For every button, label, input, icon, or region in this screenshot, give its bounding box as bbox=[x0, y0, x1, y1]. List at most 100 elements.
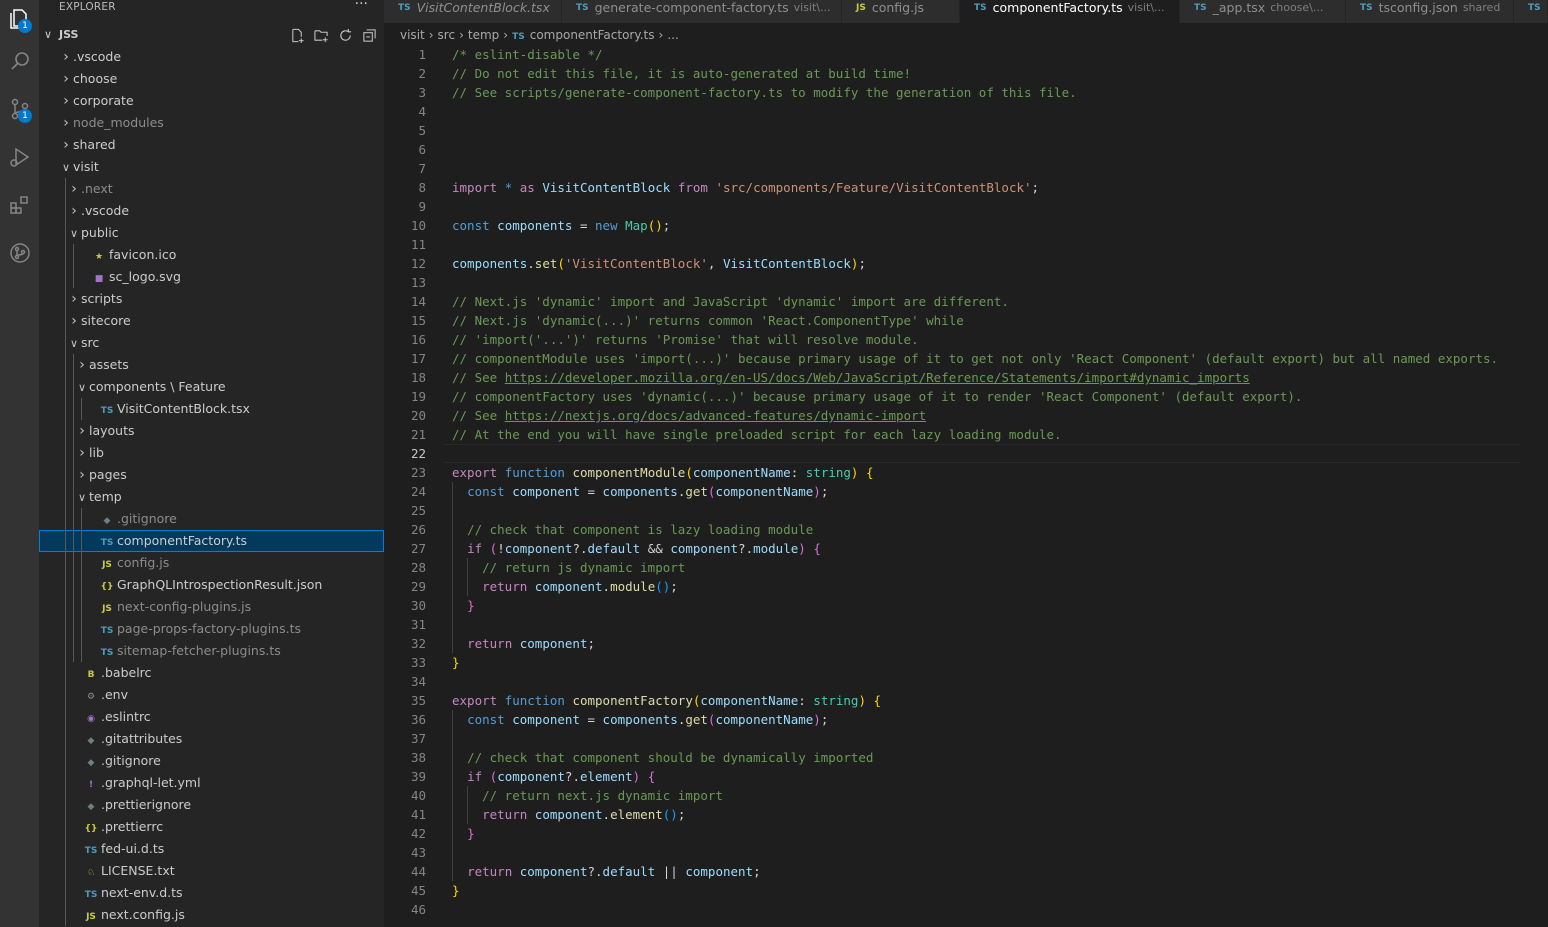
code-line[interactable]: 38 // check that component should be dyn… bbox=[384, 748, 1548, 767]
tree-file[interactable]: JS next.config.js bbox=[39, 904, 384, 926]
tree-file[interactable]: TS next-env.d.ts bbox=[39, 882, 384, 904]
extensions-icon[interactable] bbox=[3, 188, 36, 221]
code-line[interactable]: 7 bbox=[384, 159, 1548, 178]
code-line[interactable]: 13 bbox=[384, 273, 1548, 292]
tree-folder[interactable]: › .next bbox=[39, 178, 384, 200]
code-line[interactable]: 12 components.set('VisitContentBlock', Vi… bbox=[384, 254, 1548, 273]
code-line[interactable]: 18 // See https://developer.mozilla.org/e… bbox=[384, 368, 1548, 387]
editor-tab[interactable]: TS bbox=[1514, 0, 1548, 23]
tree-file[interactable]: ♘ LICENSE.txt bbox=[39, 860, 384, 882]
code-line[interactable]: 21 // At the end you will have single pre… bbox=[384, 425, 1548, 444]
code-line[interactable]: 16 // 'import('...')' returns 'Promise' t… bbox=[384, 330, 1548, 349]
code-line[interactable]: 3 // See scripts/generate-component-facto… bbox=[384, 83, 1548, 102]
code-line[interactable]: 45} bbox=[384, 881, 1548, 900]
tree-file[interactable]: TS page-props-factory-plugins.ts bbox=[39, 618, 384, 640]
editor-tab[interactable]: TS componentFactory.ts visit\... bbox=[960, 0, 1180, 23]
code-line[interactable]: 31 bbox=[384, 615, 1548, 634]
code-line[interactable]: 22 bbox=[384, 444, 1548, 463]
tree-file[interactable]: TS fed-ui.d.ts bbox=[39, 838, 384, 860]
code-editor[interactable]: 1 /* eslint-disable */ 2 // Do not edit thi… bbox=[384, 45, 1548, 927]
breadcrumb-item-src[interactable]: src bbox=[438, 28, 456, 42]
tree-file[interactable]: TS componentFactory.ts bbox=[39, 530, 384, 552]
code-line[interactable]: 32 return component; bbox=[384, 634, 1548, 653]
code-line[interactable]: 46 bbox=[384, 900, 1548, 919]
code-line[interactable]: 14 // Next.js 'dynamic' import and JavaSc… bbox=[384, 292, 1548, 311]
tree-file[interactable]: ⚙ .env bbox=[39, 684, 384, 706]
new-folder-icon[interactable] bbox=[312, 26, 330, 44]
tree-folder[interactable]: › pages bbox=[39, 464, 384, 486]
tree-folder[interactable]: › choose bbox=[39, 68, 384, 90]
tree-file[interactable]: JS next-config-plugins.js bbox=[39, 596, 384, 618]
refresh-icon[interactable] bbox=[336, 26, 354, 44]
breadcrumb-item-temp[interactable]: temp bbox=[468, 28, 499, 42]
code-line[interactable]: 6 bbox=[384, 140, 1548, 159]
tree-file[interactable]: JS config.js bbox=[39, 552, 384, 574]
tree-file[interactable]: ◉ .eslintrc bbox=[39, 706, 384, 728]
code-line[interactable]: 28 // return js dynamic import bbox=[384, 558, 1548, 577]
tree-folder[interactable]: › scripts bbox=[39, 288, 384, 310]
tree-folder[interactable]: › shared bbox=[39, 134, 384, 156]
code-line[interactable]: 23 export function componentModule(compon… bbox=[384, 463, 1548, 482]
code-line[interactable]: 5 bbox=[384, 121, 1548, 140]
run-debug-icon[interactable] bbox=[3, 140, 36, 173]
code-lines[interactable]: 1 /* eslint-disable */ 2 // Do not edit thi… bbox=[384, 45, 1548, 919]
tree-folder[interactable]: ∨ components \ Feature bbox=[39, 376, 384, 398]
tree-folder[interactable]: ∨ temp bbox=[39, 486, 384, 508]
new-file-icon[interactable] bbox=[288, 26, 306, 44]
code-line[interactable]: 20 // See https://nextjs.org/docs/advance… bbox=[384, 406, 1548, 425]
code-line[interactable]: 40 // return next.js dynamic import bbox=[384, 786, 1548, 805]
code-line[interactable]: 25 bbox=[384, 501, 1548, 520]
code-line[interactable]: 29 return component.module(); bbox=[384, 577, 1548, 596]
tree-folder[interactable]: ∨ src bbox=[39, 332, 384, 354]
code-line[interactable]: 39 if (component?.element) { bbox=[384, 767, 1548, 786]
breadcrumb-more[interactable]: ... bbox=[667, 28, 678, 42]
code-line[interactable]: 35 export function componentFactory(compo… bbox=[384, 691, 1548, 710]
tree-folder[interactable]: › lib bbox=[39, 442, 384, 464]
editor-tab[interactable]: TS VisitContentBlock.tsx bbox=[384, 0, 562, 23]
code-line[interactable]: 17 // componentModule uses 'import(...)' … bbox=[384, 349, 1548, 368]
code-line[interactable]: 41 return component.element(); bbox=[384, 805, 1548, 824]
tree-folder[interactable]: › .vscode bbox=[39, 200, 384, 222]
code-line[interactable]: 33} bbox=[384, 653, 1548, 672]
source-control-icon[interactable]: 1 bbox=[3, 92, 36, 125]
code-line[interactable]: 19 // componentFactory uses 'dynamic(...)… bbox=[384, 387, 1548, 406]
more-actions-icon[interactable]: ··· bbox=[355, 0, 368, 12]
tree-folder[interactable]: › assets bbox=[39, 354, 384, 376]
code-line[interactable]: 2 // Do not edit this file, it is auto-ge… bbox=[384, 64, 1548, 83]
tree-file[interactable]: TS VisitContentBlock.tsx bbox=[39, 398, 384, 420]
tree-folder[interactable]: ∨ public bbox=[39, 222, 384, 244]
tree-folder[interactable]: › layouts bbox=[39, 420, 384, 442]
tree-file[interactable]: ■ sc_logo.svg bbox=[39, 266, 384, 288]
git-graph-icon[interactable] bbox=[3, 236, 36, 269]
explorer-icon[interactable]: 1 bbox=[3, 2, 36, 35]
code-line[interactable]: 15 // Next.js 'dynamic(...)' returns comm… bbox=[384, 311, 1548, 330]
code-line[interactable]: 10 const components = new Map(); bbox=[384, 216, 1548, 235]
breadcrumb-item-visit[interactable]: visit bbox=[400, 28, 425, 42]
tree-file[interactable]: ◆ .gitignore bbox=[39, 750, 384, 772]
tree-folder[interactable]: ∨ visit bbox=[39, 156, 384, 178]
tree-file[interactable]: ★ favicon.ico bbox=[39, 244, 384, 266]
code-line[interactable]: 44 return component?.default || componen… bbox=[384, 862, 1548, 881]
code-line[interactable]: 4 bbox=[384, 102, 1548, 121]
code-line[interactable]: 27 if (!component?.default && component?… bbox=[384, 539, 1548, 558]
tree-file[interactable]: ◆ .gitattributes bbox=[39, 728, 384, 750]
editor-tab[interactable]: TS tsconfig.json shared bbox=[1346, 0, 1514, 23]
code-line[interactable]: 42 } bbox=[384, 824, 1548, 843]
tree-file[interactable]: B .babelrc bbox=[39, 662, 384, 684]
tree-file[interactable]: ◆ .prettierignore bbox=[39, 794, 384, 816]
tree-file[interactable]: ◆ .gitignore bbox=[39, 508, 384, 530]
editor-tab[interactable]: TS _app.tsx choose\... bbox=[1180, 0, 1346, 23]
code-line[interactable]: 30 } bbox=[384, 596, 1548, 615]
code-line[interactable]: 24 const component = components.get(comp… bbox=[384, 482, 1548, 501]
tree-folder[interactable]: › corporate bbox=[39, 90, 384, 112]
code-line[interactable]: 1 /* eslint-disable */ bbox=[384, 45, 1548, 64]
workspace-root[interactable]: ∨ JSS bbox=[39, 25, 384, 45]
code-line[interactable]: 34 bbox=[384, 672, 1548, 691]
tree-file[interactable]: {} .prettierrc bbox=[39, 816, 384, 838]
search-icon[interactable] bbox=[3, 44, 36, 77]
editor-tab[interactable]: JS config.js bbox=[842, 0, 960, 23]
editor-tab[interactable]: TS generate-component-factory.ts visit\... bbox=[562, 0, 842, 23]
breadcrumb-item-file[interactable]: componentFactory.ts bbox=[530, 28, 655, 42]
code-line[interactable]: 11 bbox=[384, 235, 1548, 254]
collapse-all-icon[interactable] bbox=[360, 26, 378, 44]
